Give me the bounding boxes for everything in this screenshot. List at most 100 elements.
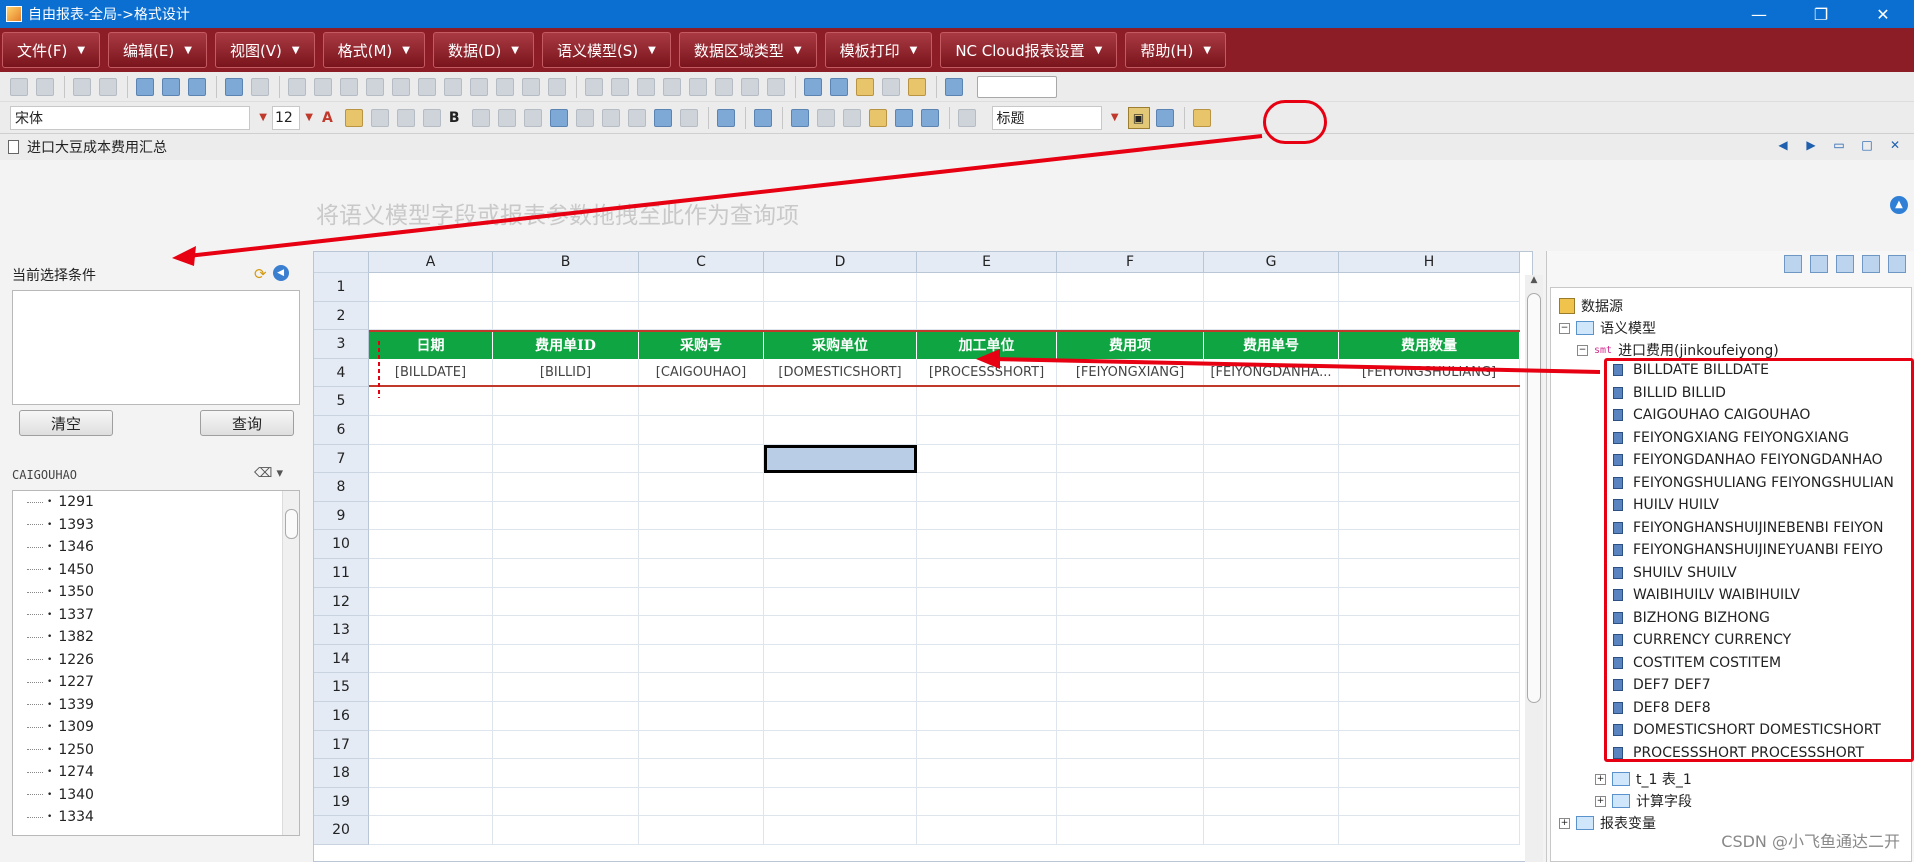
list-item[interactable]: • 1334 — [13, 806, 299, 829]
cell[interactable] — [1339, 387, 1520, 415]
list-item[interactable]: • 1274 — [13, 761, 299, 784]
cell[interactable] — [917, 616, 1057, 644]
cell[interactable] — [493, 644, 639, 673]
cell[interactable] — [1339, 559, 1520, 587]
cell[interactable] — [917, 473, 1057, 501]
cell[interactable] — [1204, 816, 1339, 844]
cell[interactable] — [1057, 473, 1204, 501]
cell[interactable] — [1204, 473, 1339, 501]
header-cell[interactable]: 费用单号 — [1204, 332, 1339, 359]
align-center-icon[interactable] — [497, 108, 516, 127]
cell[interactable] — [917, 501, 1057, 530]
cell[interactable] — [917, 301, 1057, 330]
cell[interactable] — [369, 673, 493, 701]
cell[interactable] — [493, 759, 639, 787]
expand-icon[interactable] — [1862, 255, 1880, 273]
area-table-icon[interactable] — [790, 108, 809, 127]
area-chart-icon[interactable] — [842, 108, 861, 127]
insert-sub-icon[interactable] — [679, 108, 698, 127]
find-input[interactable] — [977, 75, 1057, 98]
cell[interactable] — [917, 759, 1057, 787]
delete-row-icon[interactable] — [340, 77, 358, 96]
condition-icon[interactable] — [741, 77, 759, 96]
cell[interactable] — [493, 673, 639, 701]
cell[interactable] — [1057, 387, 1204, 415]
cell[interactable] — [493, 816, 639, 844]
menu-data-area-type[interactable]: 数据区域类型 ▼ — [678, 32, 817, 68]
cell[interactable] — [1204, 501, 1339, 530]
field-cell[interactable]: [FEIYONGXIANG] — [1057, 358, 1204, 386]
menu-help[interactable]: 帮助(H) ▼ — [1125, 32, 1227, 68]
cell-format-icon[interactable] — [575, 108, 594, 127]
cell[interactable] — [639, 644, 764, 673]
cell[interactable] — [917, 816, 1057, 844]
cell[interactable] — [369, 616, 493, 644]
tree-node-table1[interactable]: + t_1 表_1 — [1595, 769, 1692, 789]
add-icon[interactable] — [663, 77, 681, 96]
cell[interactable] — [369, 273, 493, 301]
merge-cells-icon[interactable] — [549, 108, 568, 127]
cell[interactable] — [1057, 501, 1204, 530]
wrap-text-icon[interactable] — [396, 108, 415, 127]
cell[interactable] — [1057, 787, 1204, 816]
font-family-select[interactable]: 宋体 ▼ — [10, 105, 267, 130]
clear-icon[interactable] — [882, 77, 900, 96]
row-header[interactable]: 2 — [314, 301, 369, 331]
cell[interactable] — [639, 616, 764, 644]
column-header[interactable]: B — [493, 252, 639, 273]
row-header[interactable]: 19 — [314, 787, 369, 817]
cell[interactable] — [1204, 759, 1339, 787]
cell[interactable] — [1339, 759, 1520, 787]
expand-node-icon[interactable]: + — [1559, 817, 1570, 829]
cut-icon[interactable] — [804, 77, 822, 96]
cell[interactable] — [1339, 644, 1520, 673]
formula-icon[interactable] — [496, 77, 514, 96]
clear-button[interactable]: 清空 — [19, 410, 113, 436]
cell[interactable] — [493, 416, 639, 444]
cell[interactable] — [917, 559, 1057, 587]
cell[interactable] — [369, 816, 493, 844]
cell[interactable] — [764, 730, 917, 759]
menu-view[interactable]: 视图(V) ▼ — [214, 32, 315, 68]
row-header[interactable]: 10 — [314, 530, 369, 559]
list-item[interactable]: • 1337 — [13, 604, 299, 627]
cell[interactable] — [369, 702, 493, 730]
cell[interactable] — [917, 587, 1057, 616]
minimize-tab-icon[interactable]: ▭ — [1830, 138, 1848, 156]
cell[interactable] — [764, 387, 917, 415]
menu-edit[interactable]: 编辑(E) ▼ — [108, 32, 207, 68]
cell[interactable] — [1339, 702, 1520, 730]
cell[interactable] — [369, 759, 493, 787]
bold-icon[interactable]: B — [449, 110, 460, 126]
cell[interactable] — [917, 387, 1057, 415]
restore-button[interactable]: ❐ — [1790, 0, 1852, 28]
table-icon[interactable] — [689, 77, 707, 96]
cell[interactable] — [369, 530, 493, 558]
list-item[interactable]: • 1346 — [13, 536, 299, 559]
list-item[interactable]: • 1340 — [13, 784, 299, 807]
area-list-icon[interactable] — [816, 108, 835, 127]
add-model-icon[interactable] — [1784, 255, 1802, 273]
cell[interactable] — [1204, 644, 1339, 673]
query-drop-hint[interactable]: 将语义模型字段或报表参数拖拽至此作为查询项 — [316, 196, 799, 230]
cell[interactable] — [764, 473, 917, 501]
cell[interactable] — [493, 787, 639, 816]
cell[interactable] — [764, 673, 917, 701]
scroll-thumb[interactable] — [1527, 293, 1541, 703]
cell[interactable] — [1204, 559, 1339, 587]
row-header[interactable]: 6 — [314, 416, 369, 445]
row-header[interactable]: 5 — [314, 387, 369, 416]
cell[interactable] — [369, 416, 493, 444]
chart-icon[interactable] — [470, 77, 488, 96]
cell[interactable] — [764, 787, 917, 816]
cell[interactable] — [764, 644, 917, 673]
cell[interactable] — [369, 387, 493, 415]
menu-semantic-model[interactable]: 语义模型(S) ▼ — [541, 32, 671, 68]
row-header[interactable]: 20 — [314, 816, 369, 845]
merge-icon[interactable] — [392, 77, 410, 96]
tree-node-report-vars[interactable]: + 报表变量 — [1559, 813, 1656, 833]
cell[interactable] — [1204, 444, 1339, 473]
cell[interactable] — [1057, 759, 1204, 787]
header-cell[interactable]: 采购号 — [639, 332, 764, 359]
area-folder-icon[interactable] — [868, 108, 887, 127]
